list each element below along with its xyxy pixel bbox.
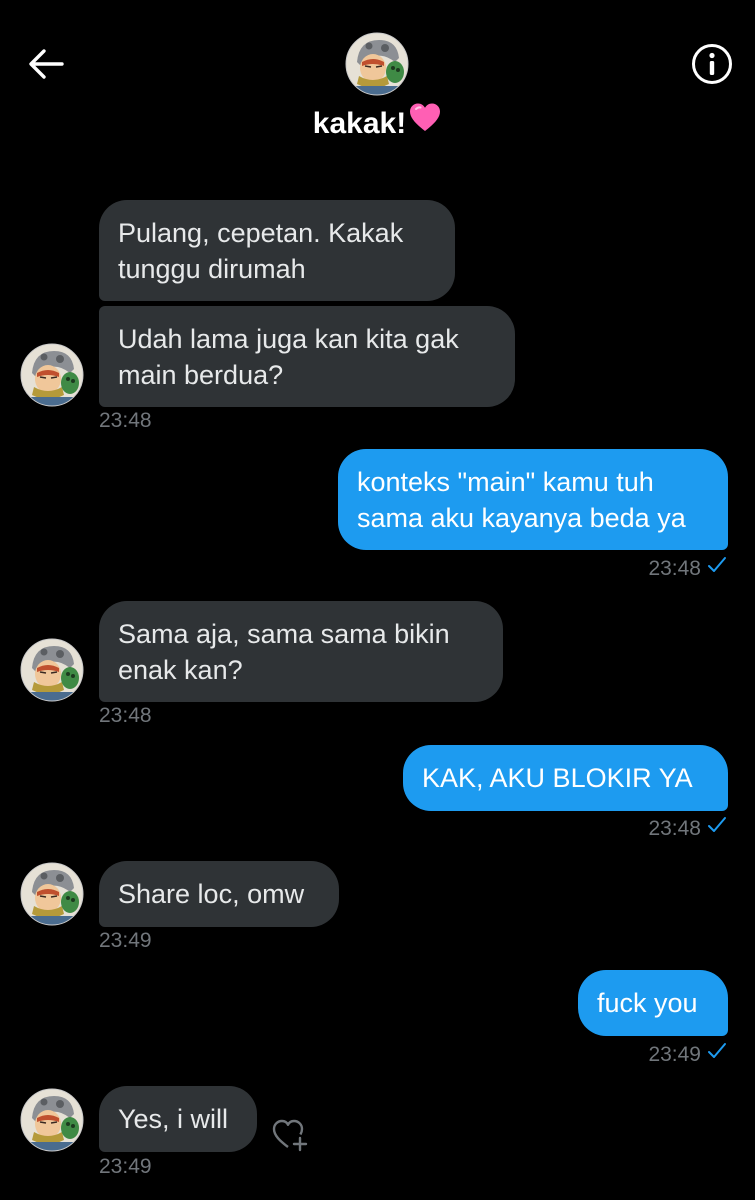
read-check-icon [707, 816, 727, 840]
add-reaction-button[interactable] [270, 1114, 310, 1154]
message-timestamp-row: 23:48 [648, 816, 727, 841]
message-text-line: Yes, i will [118, 1104, 229, 1134]
outgoing-message-bubble[interactable]: KAK, AKU BLOKIR YA [403, 745, 728, 811]
conversation-info-button[interactable] [688, 42, 736, 90]
message-text-line: tunggu dirumah [118, 254, 306, 284]
contact-avatar[interactable] [20, 343, 84, 407]
incoming-message-bubble[interactable]: Udah lama juga kan kita gak main berdua? [99, 306, 515, 407]
message-text-line: Udah lama juga kan kita gak [118, 324, 459, 354]
back-button[interactable] [20, 42, 72, 90]
message-text-line: sama aku kayanya beda ya [357, 503, 686, 533]
message-timestamp-row: 23:49 [648, 1042, 727, 1067]
message-text-line: enak kan? [118, 655, 243, 685]
message-text-line: fuck you [597, 988, 698, 1018]
message-timestamp: 23:49 [99, 929, 152, 952]
contact-name[interactable]: kakak! [240, 102, 515, 144]
pink-heart-icon [408, 102, 442, 143]
message-text-line: Sama aja, sama sama bikin [118, 619, 450, 649]
message-timestamp: 23:49 [99, 1155, 152, 1178]
message-timestamp-row: 23:48 [648, 556, 727, 581]
message-timestamp: 23:48 [99, 409, 152, 432]
contact-avatar[interactable] [20, 638, 84, 702]
outgoing-message-bubble[interactable]: konteks "main" kamu tuh sama aku kayanya… [338, 449, 728, 550]
message-text-line: KAK, AKU BLOKIR YA [422, 763, 693, 793]
read-check-icon [707, 556, 727, 580]
contact-avatar[interactable] [345, 32, 409, 96]
back-arrow-icon [26, 46, 66, 87]
message-text-line: Share loc, omw [118, 879, 305, 909]
read-check-icon [707, 1042, 727, 1066]
message-timestamp: 23:48 [648, 817, 701, 840]
incoming-message-bubble[interactable]: Sama aja, sama sama bikin enak kan? [99, 601, 503, 702]
message-timestamp: 23:49 [648, 1043, 701, 1066]
message-timestamp: 23:48 [99, 704, 152, 727]
message-text-line: Pulang, cepetan. Kakak [118, 218, 404, 248]
contact-avatar[interactable] [20, 862, 84, 926]
contact-avatar[interactable] [20, 1088, 84, 1152]
message-text-line: main berdua? [118, 360, 284, 390]
heart-plus-icon [270, 1119, 310, 1158]
incoming-message-bubble[interactable]: Pulang, cepetan. Kakak tunggu dirumah [99, 200, 455, 301]
incoming-message-bubble[interactable]: Share loc, omw [99, 861, 339, 927]
contact-name-text: kakak! [312, 107, 407, 140]
outgoing-message-bubble[interactable]: fuck you [578, 970, 728, 1036]
info-circle-icon [691, 43, 733, 90]
message-timestamp: 23:48 [648, 557, 701, 580]
message-text-line: konteks "main" kamu tuh [357, 467, 654, 497]
incoming-message-bubble[interactable]: Yes, i will [99, 1086, 257, 1152]
